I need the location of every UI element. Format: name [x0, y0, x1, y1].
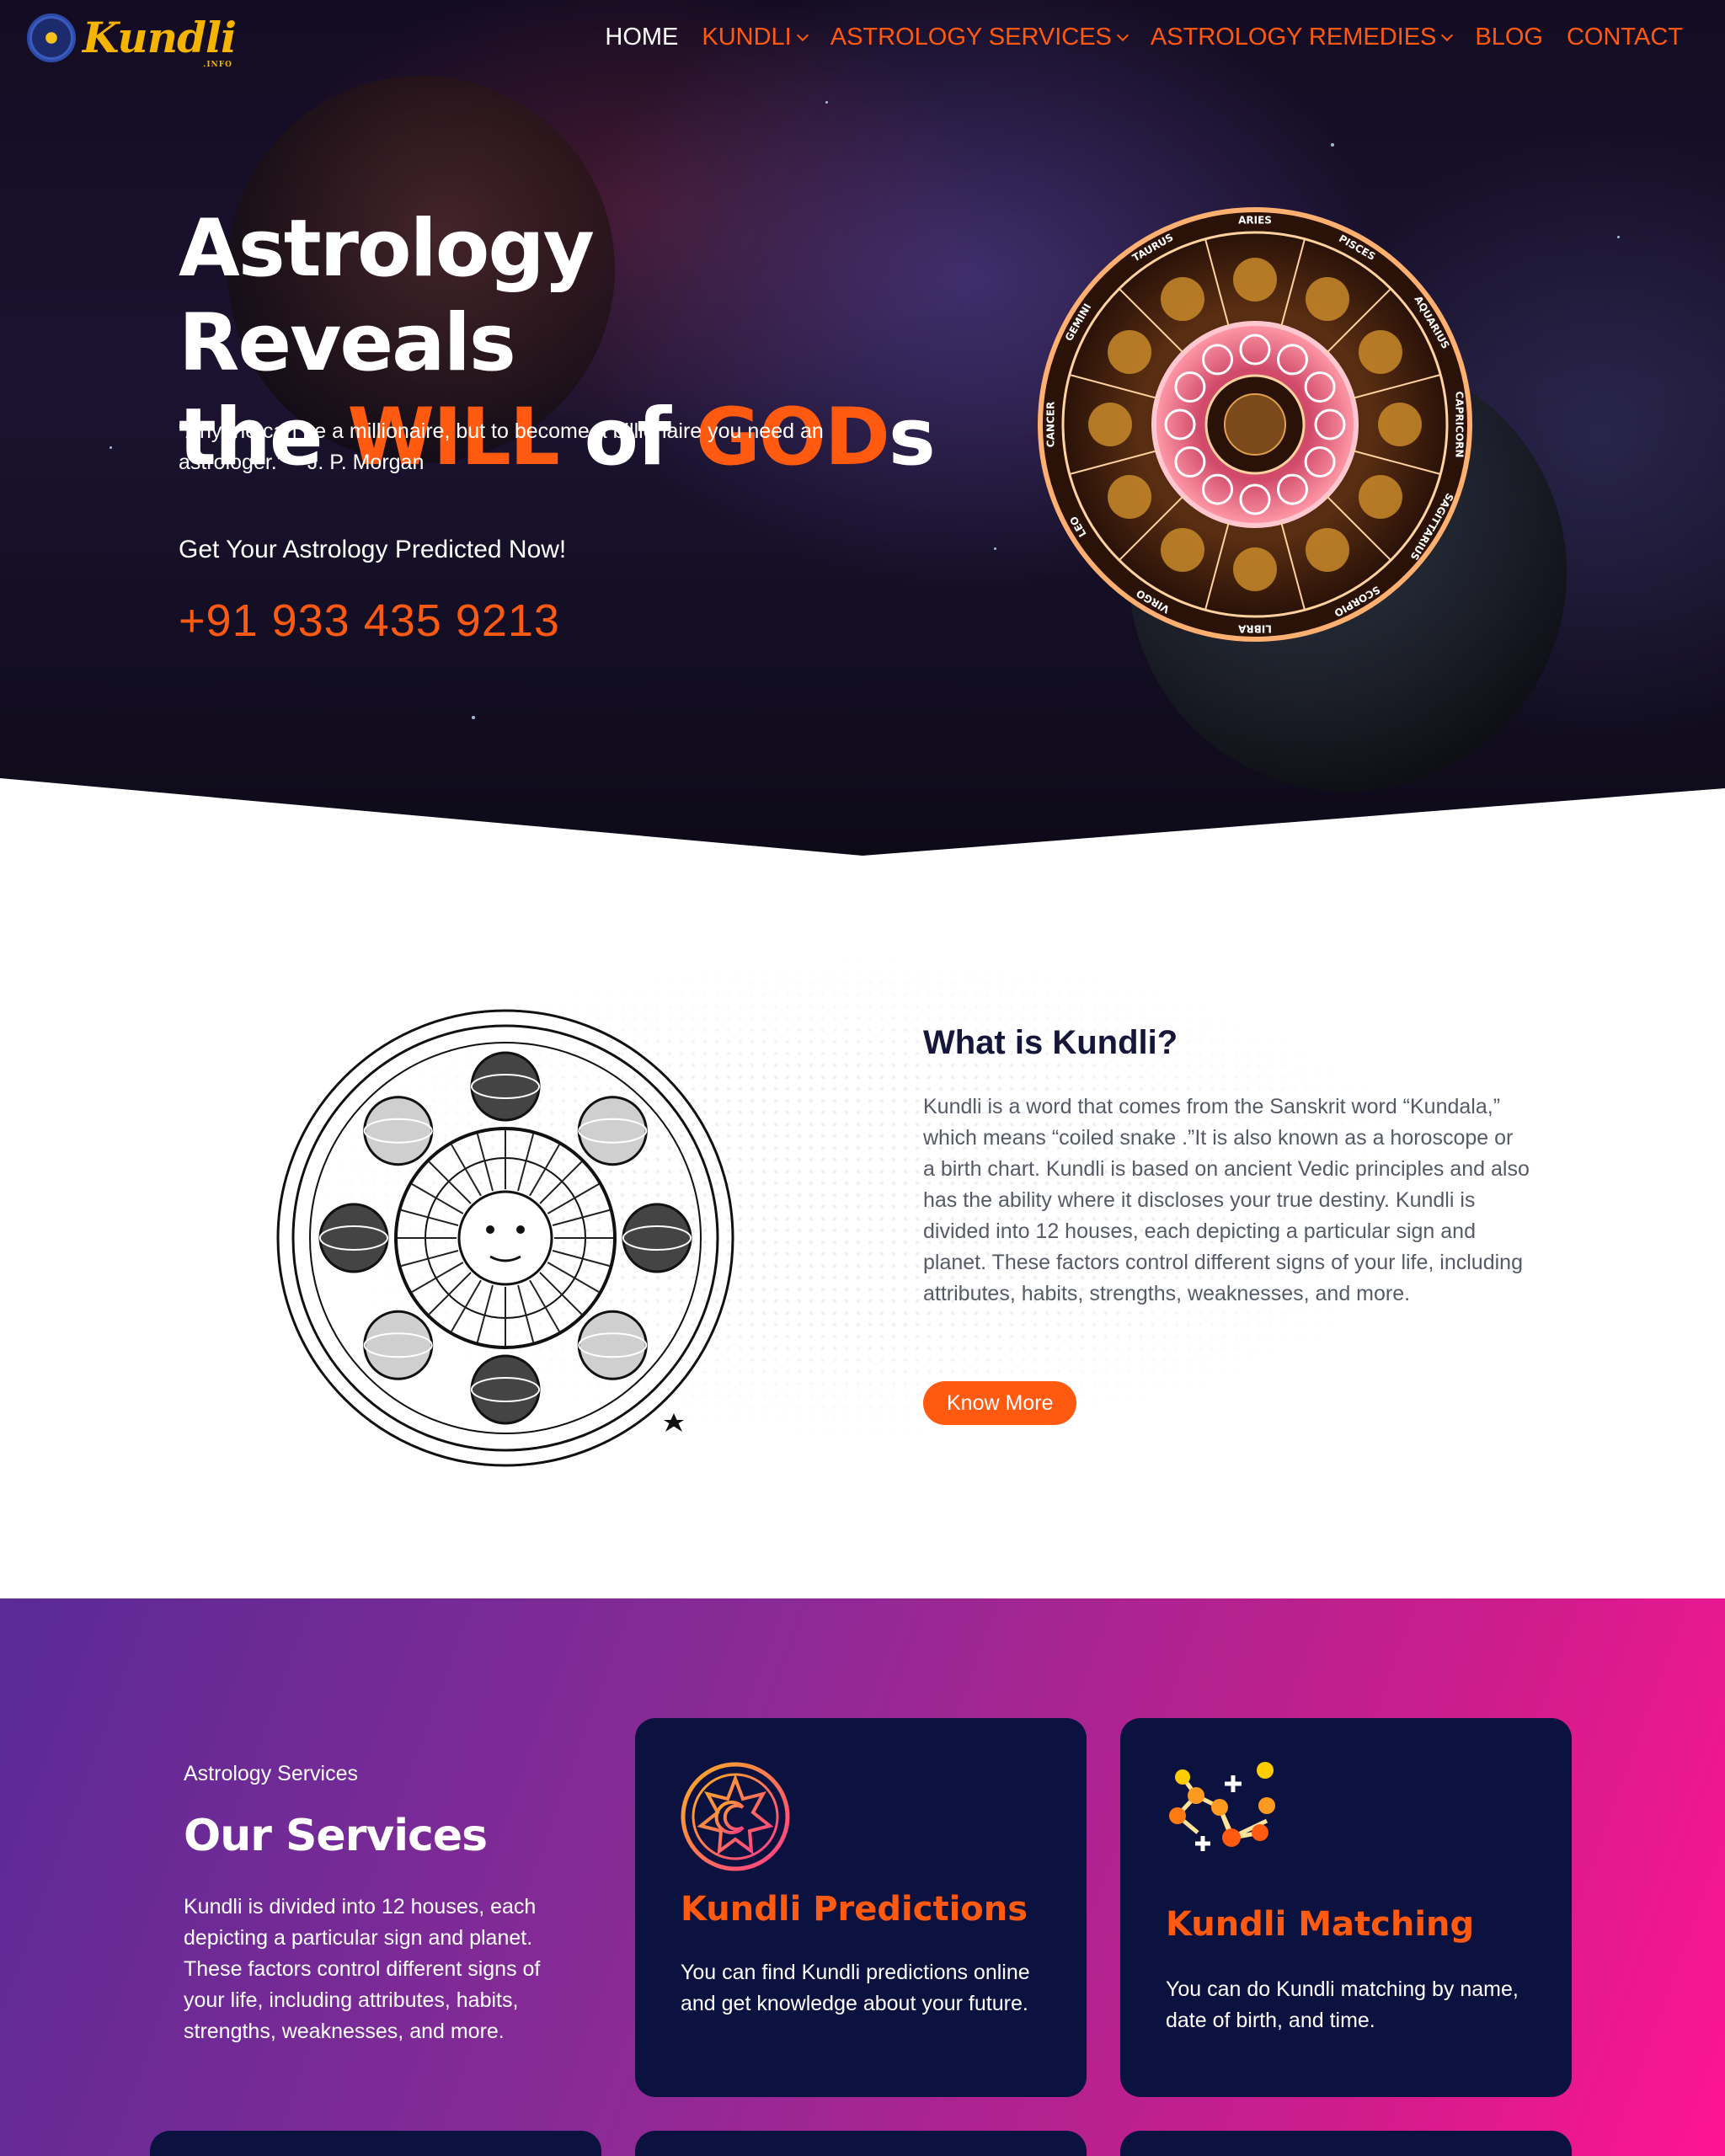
service-card-partial[interactable] — [635, 2131, 1087, 2156]
globe-icon — [470, 1354, 541, 1425]
zodiac-wheel-illustration: ARIESPISCESAQUARIUSCAPRICORNSAGITTARIUSS… — [1038, 207, 1472, 642]
zodiac-figure-icon — [1233, 547, 1277, 591]
services-description: Kundli is divided into 12 houses, each d… — [184, 1895, 541, 2043]
nav-astrology-remedies[interactable]: ASTROLOGY REMEDIES — [1151, 24, 1454, 51]
constellation-icon — [1169, 1762, 1275, 1851]
globe-icon — [577, 1310, 648, 1380]
zodiac-figure-icon — [1161, 277, 1204, 322]
chevron-down-icon — [1116, 29, 1129, 41]
card-description: You can find Kundli predictions online a… — [681, 1961, 1030, 2015]
site-logo[interactable]: Kundli .INFO — [27, 13, 237, 69]
nav-astrology-services[interactable]: ASTROLOGY SERVICES — [830, 24, 1129, 51]
sun-face-icon — [457, 1190, 553, 1286]
globe-icon — [577, 1096, 648, 1166]
star-decoration — [109, 446, 112, 449]
nav-blog[interactable]: BLOG — [1475, 24, 1543, 51]
globe-icon — [470, 1051, 541, 1122]
zodiac-figure-icon — [1088, 403, 1132, 446]
service-card-kundli-predictions[interactable]: Kundli Predictions You can find Kundli p… — [635, 1718, 1087, 2097]
nav-home[interactable]: HOME — [605, 24, 678, 51]
zodiac-figure-icon — [1108, 475, 1152, 519]
zodiac-figure-icon — [1108, 330, 1152, 374]
sun-logo-icon — [27, 13, 76, 62]
chevron-down-icon — [796, 29, 809, 41]
services-eyebrow: Astrology Services — [184, 1762, 359, 1785]
hero-section: Kundli .INFO HOME KUNDLI ASTROLOGY SERVI… — [0, 0, 1725, 859]
nav-kundli[interactable]: KUNDLI — [702, 24, 809, 51]
zodiac-figure-icon — [1358, 330, 1402, 374]
service-card-partial[interactable] — [150, 2131, 601, 2156]
hero-bottom-wave — [0, 778, 1725, 859]
about-title: What is Kundli? — [923, 1024, 1178, 1061]
logo-wordmark: Kundli .INFO — [83, 13, 237, 69]
services-title: Our Services — [184, 1811, 488, 1861]
zodiac-figure-icon — [1161, 527, 1204, 572]
zodiac-sign-label: CAPRICORN — [1454, 392, 1466, 458]
zodiac-sign-label: CANCER — [1045, 402, 1057, 447]
know-more-button[interactable]: Know More — [923, 1381, 1077, 1425]
star-decoration — [1617, 236, 1620, 238]
service-card-partial[interactable] — [1120, 2131, 1572, 2156]
star-decoration — [825, 101, 828, 104]
zodiac-figure-icon — [1358, 475, 1402, 519]
zodiac-sign-label: ARIES — [1238, 215, 1272, 227]
zodiac-sign-label: LIBRA — [1237, 623, 1271, 635]
hero-cta-text: Get Your Astrology Predicted Now! — [179, 536, 567, 563]
zodiac-figure-icon — [1378, 403, 1422, 446]
card-title: Kundli Matching — [1166, 1905, 1475, 1944]
nav-contact[interactable]: CONTACT — [1567, 24, 1683, 51]
service-card-kundli-matching[interactable]: Kundli Matching You can do Kundli matchi… — [1120, 1718, 1572, 2097]
star-decoration — [472, 716, 475, 719]
zodiac-figure-icon — [1306, 277, 1349, 322]
hero-quote: “Anyone can be a millionaire, but to bec… — [179, 419, 824, 474]
globe-icon — [318, 1203, 389, 1273]
star-decoration — [994, 547, 996, 550]
zodiac-figure-icon — [1233, 258, 1277, 302]
sun-moon-icon — [681, 1762, 790, 1871]
astronomical-chart-illustration — [276, 1009, 734, 1467]
globe-icon — [363, 1096, 434, 1166]
main-nav: HOME KUNDLI ASTROLOGY SERVICES ASTROLOGY… — [605, 24, 1683, 51]
card-title: Kundli Predictions — [681, 1890, 1028, 1929]
star-decoration — [1331, 143, 1334, 147]
about-description: Kundli is a word that comes from the San… — [923, 1095, 1530, 1305]
globe-icon — [363, 1310, 434, 1380]
globe-icon — [622, 1203, 692, 1273]
zodiac-figure-icon — [1306, 527, 1349, 572]
card-description: You can do Kundli matching by name, date… — [1166, 1977, 1519, 2032]
chevron-down-icon — [1441, 29, 1454, 41]
phone-link[interactable]: +91 933 435 9213 — [179, 595, 560, 647]
